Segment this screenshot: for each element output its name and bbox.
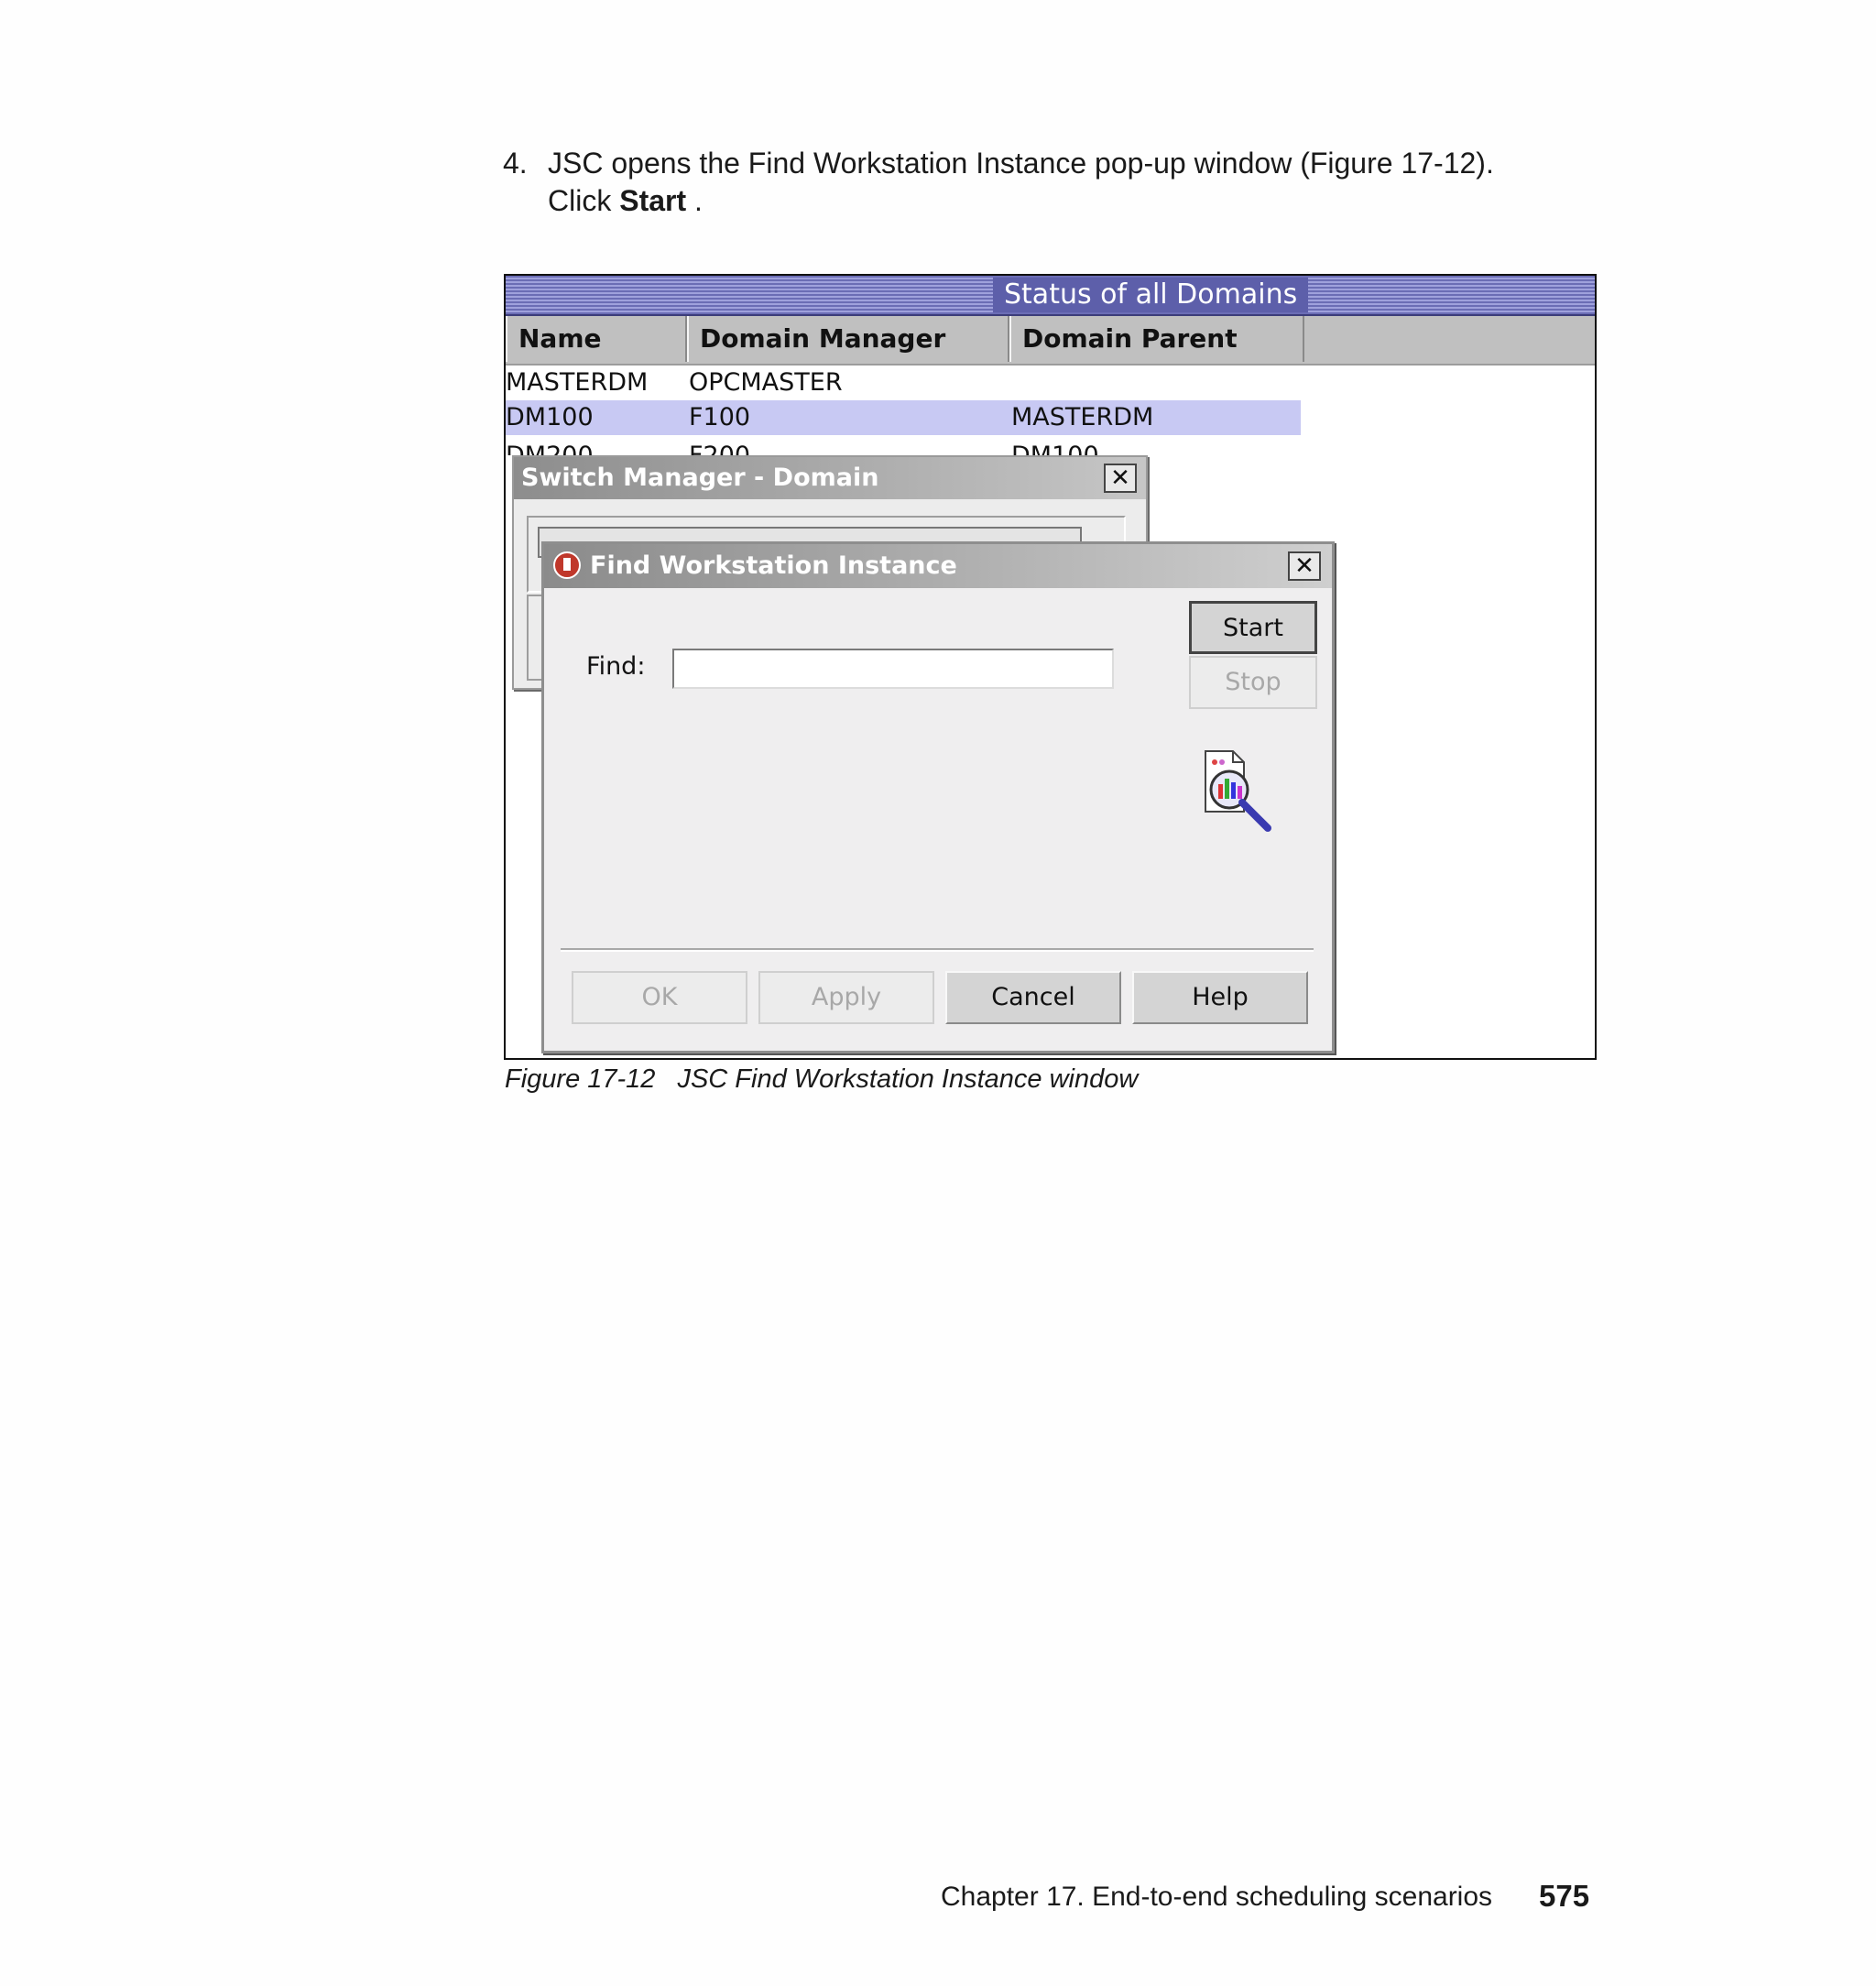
search-document-icon [1205,750,1271,832]
column-header-domain-manager[interactable]: Domain Manager [687,316,1009,362]
stop-button[interactable]: Stop [1189,656,1317,709]
click-prefix: Click [548,184,620,217]
step-click-line: Click Start . [548,182,1647,220]
page-number: 575 [1539,1879,1590,1913]
apply-button[interactable]: Apply [758,971,934,1024]
screenshot-frame: Status of all Domains Name Domain Manage… [504,274,1597,1060]
cell-name: DM100 [506,403,594,431]
figure-caption: Figure 17-12 JSC Find Workstation Instanc… [505,1064,1138,1095]
table-row-selected[interactable]: DM100 F100 MASTERDM [506,400,1595,435]
cell-manager: OPCMASTER [689,368,843,397]
cell-parent: DM100 [1011,439,1099,455]
cell-name: MASTERDM [506,368,649,397]
table-header: Name Domain Manager Domain Parent [506,316,1595,366]
find-dialog-title: Find Workstation Instance [590,551,957,580]
find-dialog-titlebar: Find Workstation Instance ✕ [544,544,1332,588]
start-button[interactable]: Start [1189,601,1317,654]
find-label: Find: [586,652,646,681]
status-window-title: Status of all Domains [993,278,1309,312]
click-suffix: . [686,184,703,217]
help-button[interactable]: Help [1132,971,1308,1024]
cell-name: DM200 [506,439,594,455]
close-icon[interactable]: ✕ [1288,551,1321,581]
switch-manager-title: Switch Manager - Domain [514,457,1146,499]
figure-text: JSC Find Workstation Instance window [677,1064,1139,1094]
app-icon [553,551,581,579]
cell-parent: MASTERDM [1011,403,1154,431]
close-icon[interactable]: ✕ [1104,464,1137,493]
click-target: Start [619,184,687,217]
cell-manager: F100 [689,403,751,431]
step-number: 4. [503,147,528,180]
cell-manager: F200 [689,439,750,455]
find-input[interactable] [672,649,1114,689]
footer-chapter: Chapter 17. End-to-end scheduling scenar… [941,1882,1493,1912]
column-header-name[interactable]: Name [506,316,687,362]
button-separator [561,948,1314,952]
column-header-domain-parent[interactable]: Domain Parent [1009,316,1304,362]
figure-number: Figure 17-12 [505,1064,656,1094]
status-window-titlebar: Status of all Domains [506,276,1595,316]
step-text: JSC opens the Find Workstation Instance … [548,147,1494,180]
selection-highlight [506,400,1301,435]
table-row[interactable]: DM200 F200 DM100 [506,439,1595,455]
ok-button[interactable]: OK [572,971,747,1024]
find-workstation-dialog: Find Workstation Instance ✕ Find: Start … [541,541,1335,1053]
cancel-button[interactable]: Cancel [945,971,1121,1024]
table-row[interactable]: MASTERDM OPCMASTER [506,366,1595,400]
